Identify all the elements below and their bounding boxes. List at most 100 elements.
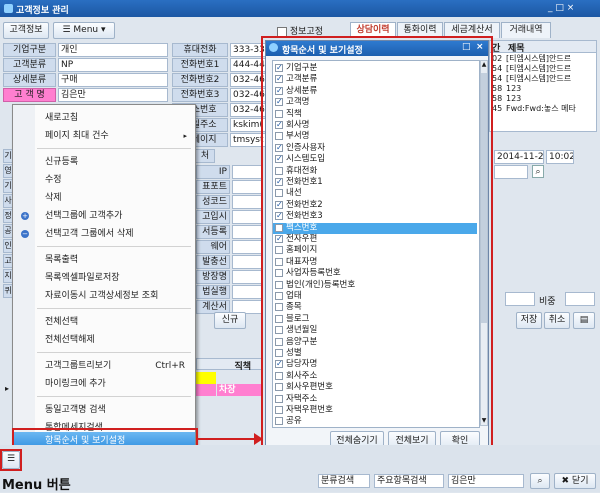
bottom-search-input[interactable]: 김은만 xyxy=(448,474,524,488)
column-list-item[interactable]: 인증사용자 xyxy=(273,142,477,154)
column-list-item[interactable]: 전화번호2 xyxy=(273,199,477,211)
checkbox[interactable] xyxy=(275,132,283,141)
checkbox[interactable] xyxy=(275,233,283,244)
checkbox[interactable] xyxy=(275,406,283,414)
column-list-item[interactable]: 내선 xyxy=(273,188,477,199)
checkbox[interactable] xyxy=(275,176,283,187)
context-menu-item[interactable]: 마이링크에 추가 xyxy=(13,375,195,393)
column-list-item[interactable]: 휴대전화 xyxy=(273,166,477,177)
column-list-item[interactable]: 전화번호3 xyxy=(273,210,477,222)
close-icon[interactable]: × xyxy=(476,42,484,52)
customer-name-input[interactable]: 김은만 xyxy=(58,88,168,102)
checkbox[interactable] xyxy=(275,371,283,380)
checkbox[interactable] xyxy=(275,109,283,118)
context-menu-item[interactable]: 삭제 xyxy=(13,189,195,207)
grid-cell-position[interactable]: 차장 xyxy=(217,384,262,396)
column-list-item[interactable]: 상세분류 xyxy=(273,85,477,97)
table-row[interactable]: 02 [티엠시스템]안드르 xyxy=(490,54,596,64)
cancel-button[interactable]: 취소 xyxy=(544,312,570,329)
context-menu-item[interactable]: 선택고객 그룹에서 삭제 − xyxy=(13,225,195,243)
list-view-icon[interactable]: ▤ xyxy=(573,312,595,329)
company-type-select[interactable]: 개인 xyxy=(58,43,168,57)
field-input[interactable] xyxy=(232,270,262,284)
context-menu-item[interactable]: 신규등록 xyxy=(13,153,195,171)
customer-info-button[interactable]: 고객정보 xyxy=(3,22,49,39)
table-row[interactable]: 58 123 xyxy=(490,94,596,104)
field-input[interactable] xyxy=(232,240,262,254)
checkbox[interactable] xyxy=(275,257,283,266)
checkbox[interactable] xyxy=(275,246,283,255)
checkbox[interactable] xyxy=(275,210,283,221)
field-input[interactable] xyxy=(232,225,262,239)
table-row[interactable]: 54 [티엠시스템]안드르 xyxy=(490,64,596,74)
field-input[interactable] xyxy=(232,165,262,179)
checkbox[interactable] xyxy=(275,189,283,198)
dialog-maximize-icon[interactable]: □ xyxy=(462,42,471,52)
checkbox[interactable] xyxy=(275,358,283,369)
scroll-up-icon[interactable]: ▲ xyxy=(481,61,487,69)
column-list-item[interactable]: 자택주소 xyxy=(273,394,477,405)
context-menu-item[interactable]: 페이지 최대 건수 ▸ xyxy=(13,127,195,145)
column-list-item[interactable]: 부서명 xyxy=(273,131,477,142)
checkbox[interactable] xyxy=(275,394,283,403)
checkbox[interactable] xyxy=(275,73,283,84)
field-input[interactable] xyxy=(232,180,262,194)
grid-cell-yellow[interactable] xyxy=(196,372,216,384)
bottom-search-icon[interactable]: ⌕ xyxy=(530,473,550,489)
column-list-item[interactable]: 담당자명 xyxy=(273,358,477,370)
checkbox[interactable] xyxy=(275,326,283,335)
context-menu-item[interactable]: 새로고침 xyxy=(13,109,195,127)
column-list-item[interactable]: 시스템도입 xyxy=(273,153,477,165)
context-menu-item[interactable]: 목록출력 xyxy=(13,251,195,269)
checkbox[interactable] xyxy=(275,119,283,130)
column-list-scrollbar[interactable]: ▲ ▼ xyxy=(480,60,488,426)
column-list-item[interactable]: 자택우편번호 xyxy=(273,405,477,416)
column-list-item[interactable]: 공유 xyxy=(273,416,477,427)
checkbox[interactable] xyxy=(275,223,283,232)
column-list-item[interactable]: 회사명 xyxy=(273,119,477,131)
table-row[interactable]: 54 [티엠시스템]안드르 xyxy=(490,74,596,84)
checkbox[interactable] xyxy=(275,153,283,164)
date-input[interactable]: 2014-11-24 xyxy=(494,150,544,164)
scroll-down-icon[interactable]: ▼ xyxy=(481,417,487,425)
checkbox[interactable] xyxy=(275,349,283,357)
checkbox[interactable] xyxy=(275,314,283,323)
field-input[interactable] xyxy=(232,210,262,224)
checkbox[interactable] xyxy=(275,96,283,107)
context-menu-item[interactable]: 수정 xyxy=(13,171,195,189)
tab-label-partial[interactable]: 처 xyxy=(195,149,215,163)
column-list-item[interactable]: 전화번호1 xyxy=(273,176,477,188)
column-list-item[interactable]: 회사주소 xyxy=(273,371,477,382)
context-menu-item[interactable]: 동일고객명 검색 xyxy=(13,401,195,419)
column-list-item[interactable]: 전자우편 xyxy=(273,233,477,245)
window-controls[interactable]: _ □ × xyxy=(548,3,574,13)
column-list-item[interactable]: 팩스번호 xyxy=(273,222,477,234)
checkbox[interactable] xyxy=(275,383,283,392)
category-search-select[interactable]: 분류검색 xyxy=(318,474,370,488)
context-menu-item[interactable]: 자료이동시 고객상세정보 조회 xyxy=(13,287,195,305)
column-list-item[interactable]: 생년월일 xyxy=(273,325,477,336)
column-list-item[interactable]: 회사우편번호 xyxy=(273,382,477,393)
column-list-item[interactable]: 사업자등록번호 xyxy=(273,268,477,279)
checkbox[interactable] xyxy=(275,62,283,73)
search-field[interactable] xyxy=(494,165,528,179)
checkbox[interactable] xyxy=(275,303,283,312)
checkbox[interactable] xyxy=(275,199,283,210)
menu-button[interactable]: ☰ Menu ▾ xyxy=(53,22,115,39)
column-list-item[interactable]: 고객명 xyxy=(273,96,477,108)
tab-transactions[interactable]: 거래내역 xyxy=(501,22,551,38)
time-input[interactable]: 10:02 xyxy=(546,150,574,164)
context-menu-item[interactable]: 선택그룹에 고객추가 + xyxy=(13,207,195,225)
column-list-item[interactable]: 음양구분 xyxy=(273,337,477,348)
checkbox[interactable] xyxy=(275,292,283,300)
checkbox[interactable] xyxy=(275,142,283,153)
save-button[interactable]: 저장 xyxy=(516,312,542,329)
checkbox[interactable] xyxy=(275,85,283,96)
ratio-value-input[interactable] xyxy=(565,292,595,306)
table-row[interactable]: 45 Fwd:Fwd:놓스 메타 xyxy=(490,104,596,114)
new-button[interactable]: 신규 xyxy=(214,312,246,329)
context-menu-item[interactable]: 전체선택해제 xyxy=(13,331,195,349)
checkbox[interactable] xyxy=(275,280,283,289)
table-row[interactable]: 58 123 xyxy=(490,84,596,94)
checkbox[interactable] xyxy=(275,269,283,278)
